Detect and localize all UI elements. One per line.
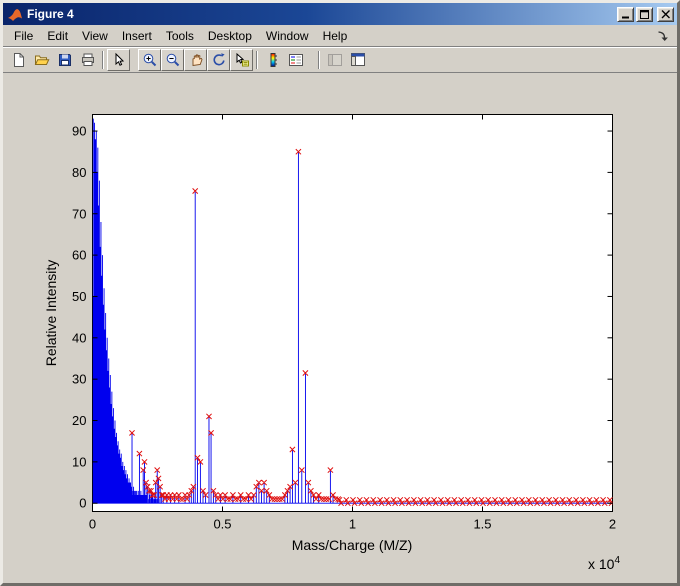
y-axis-label: Relative Intensity [43,260,59,367]
hide-plot-tools-button[interactable] [323,49,346,71]
hand-pan-icon [192,53,202,66]
menu-edit[interactable]: Edit [40,26,75,46]
minimize-icon [621,16,629,18]
colorbar-icon [270,52,277,67]
tick-label: 0 [79,496,86,511]
open-file-button[interactable] [30,49,53,71]
menu-desktop[interactable]: Desktop [201,26,259,46]
matlab-figure-icon [6,6,23,22]
insert-colorbar-button[interactable] [261,49,284,71]
arrow-cursor-icon [115,52,124,66]
maximize-icon [639,9,649,19]
close-icon [661,9,670,18]
menu-view[interactable]: View [75,26,115,46]
save-floppy-icon [58,53,71,66]
menu-insert[interactable]: Insert [115,26,159,46]
data-cursor-icon [236,52,249,66]
menu-tools[interactable]: Tools [159,26,201,46]
printer-icon [81,53,94,66]
show-plot-tools-dock-button[interactable] [346,49,369,71]
title-bar[interactable]: Figure 4 [3,3,677,25]
rotate-3d-button[interactable] [207,48,230,71]
hide-plot-tools-icon [327,53,342,66]
x-axis-multiplier: x 104 [588,555,620,572]
tick-label: 20 [72,413,86,428]
toolbar-separator [102,50,104,69]
pan-button[interactable] [184,48,207,71]
maximize-button[interactable] [636,6,653,22]
minimize-button[interactable] [617,6,634,22]
window-controls [617,6,674,22]
show-plot-tools-icon [350,52,365,66]
window-title: Figure 4 [27,7,74,21]
menu-bar: File Edit View Insert Tools Desktop Wind… [3,25,677,47]
axes-plot[interactable]: 0 10 20 30 40 50 60 70 80 90 0 0.5 1 1.5 2 Relative In… [3,73,677,583]
zoom-out-button[interactable] [161,48,184,71]
zoom-out-icon [166,53,179,66]
tick-label: 80 [72,165,86,180]
figure-canvas: 0 10 20 30 40 50 60 70 80 90 0 0.5 1 1.5 2 Relative In… [3,73,677,583]
tick-label: 0.5 [213,517,231,532]
toolbar-separator [318,50,320,69]
toolbar-separator [256,50,258,69]
new-figure-button[interactable] [7,49,30,71]
legend-icon [288,53,303,66]
menu-file[interactable]: File [7,26,40,46]
tick-label: 70 [72,206,86,221]
tick-label: 30 [72,372,86,387]
figure-window: Figure 4 File Edit View Insert Tools Des… [0,0,680,586]
tick-label: 90 [72,124,86,139]
rotate-3d-icon [212,52,225,65]
save-figure-button[interactable] [53,49,76,71]
x-axis-label: Mass/Charge (M/Z) [292,537,413,553]
menu-window[interactable]: Window [259,26,316,46]
edit-plot-button[interactable] [107,48,130,71]
tick-label: 1 [349,517,356,532]
menu-help[interactable]: Help [316,26,355,46]
zoom-in-button[interactable] [138,48,161,71]
tick-label: 50 [72,289,86,304]
close-button[interactable] [657,6,674,22]
tick-label: 2 [609,517,616,532]
print-figure-button[interactable] [76,49,99,71]
toolbar [3,47,677,73]
tick-label: 40 [72,330,86,345]
new-document-icon [13,52,24,67]
tick-label: 1.5 [473,517,491,532]
zoom-in-icon [143,53,156,66]
tick-label: 0 [89,517,96,532]
dock-figure-arrow-icon[interactable] [652,30,673,42]
axes-box [92,114,613,512]
tick-label: 10 [72,454,86,469]
tick-label: 60 [72,248,86,263]
open-folder-icon [34,55,49,65]
data-cursor-button[interactable] [230,48,253,71]
insert-legend-button[interactable] [284,49,307,71]
